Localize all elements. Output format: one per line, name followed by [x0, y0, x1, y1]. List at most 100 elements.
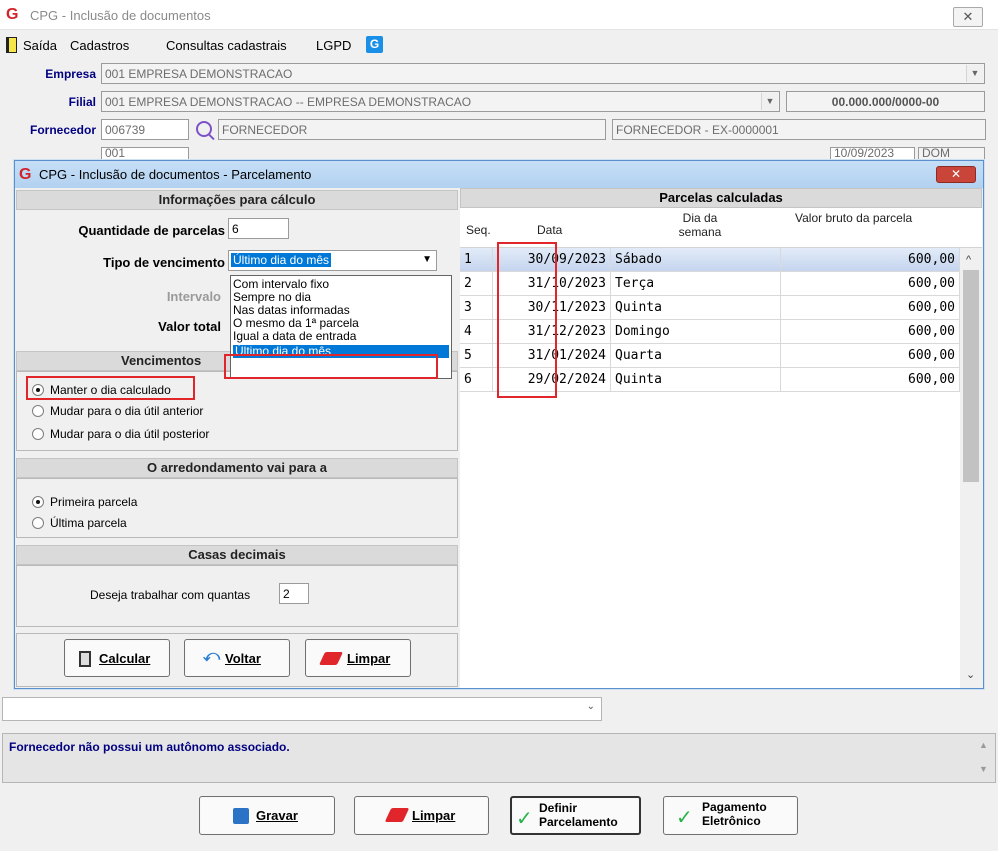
col-dia-line1: Dia da [682, 211, 718, 225]
menu-lgpd[interactable]: LGPD [316, 38, 351, 53]
filial-select[interactable]: 001 EMPRESA DEMONSTRACAO -- EMPRESA DEMO… [101, 91, 780, 112]
dropdown-option[interactable]: Igual a data de entrada [233, 330, 356, 343]
radio-icon [32, 428, 44, 440]
cell-valor: 600,00 [781, 272, 960, 296]
serie-input[interactable]: 001 [101, 147, 189, 160]
cell-dia: Quinta [611, 296, 781, 320]
col-dia-semana[interactable]: Dia da semana [670, 211, 730, 239]
dialog-close-button[interactable]: ✕ [936, 166, 976, 183]
exit-door-icon [6, 37, 17, 53]
scrollbar-thumb[interactable] [963, 270, 979, 482]
bottom-combo[interactable]: ⌄ [2, 697, 602, 721]
cell-valor: 600,00 [781, 344, 960, 368]
cell-valor: 600,00 [781, 368, 960, 392]
fornecedor-code-input[interactable]: 006739 [101, 119, 189, 140]
emissao-date-input[interactable]: 10/09/2023 [830, 147, 915, 160]
scroll-up-icon[interactable]: ^ [966, 254, 971, 266]
casas-decimais-header: Casas decimais [16, 545, 458, 565]
checkmark-icon: ✓ [516, 808, 533, 830]
empresa-select[interactable]: 001 EMPRESA DEMONSTRACAO ▼ [101, 63, 985, 84]
eraser-icon [318, 652, 344, 665]
voltar-button[interactable]: ⤺ Voltar [184, 639, 290, 677]
limpar-button[interactable]: Limpar [354, 796, 489, 835]
cell-valor: 600,00 [781, 296, 960, 320]
lgpd-app-icon[interactable]: G [366, 36, 383, 53]
arredondamento-header: O arredondamento vai para a [16, 458, 458, 478]
cell-dia: Terça [611, 272, 781, 296]
parcelas-calculadas-header: Parcelas calculadas [460, 188, 982, 208]
casas-decimais-input[interactable]: 2 [279, 583, 309, 604]
radio-icon [32, 517, 44, 529]
app-logo-icon: G [6, 6, 19, 23]
empresa-label: Empresa [45, 67, 96, 81]
radio-dia-util-posterior[interactable]: Mudar para o dia útil posterior [32, 427, 209, 441]
checkmark-icon: ✓ [676, 807, 693, 829]
search-icon[interactable] [196, 121, 212, 137]
status-message: Fornecedor não possui um autônomo associ… [9, 740, 290, 754]
valor-total-label: Valor total [158, 319, 221, 334]
pagamento-eletronico-button[interactable]: ✓ Pagamento Eletrônico [663, 796, 798, 835]
chevron-down-icon[interactable]: ▼ [966, 65, 983, 82]
qtd-parcelas-label: Quantidade de parcelas [78, 223, 225, 238]
tipo-vencimento-value: Último dia do mês [231, 253, 332, 267]
col-data[interactable]: Data [537, 223, 562, 237]
radio-selected-icon [32, 496, 44, 508]
parcelas-table: 1 30/09/2023 Sábado 600,00 2 31/10/2023 … [460, 242, 960, 688]
voltar-label: Voltar [225, 651, 261, 666]
gravar-label: Gravar [256, 808, 298, 823]
chevron-down-icon[interactable]: ⌄ [587, 701, 595, 712]
qtd-parcelas-input[interactable]: 6 [228, 218, 289, 239]
gravar-button[interactable]: Gravar [199, 796, 335, 835]
cnpj-field: 00.000.000/0000-00 [786, 91, 985, 112]
tipo-vencimento-label: Tipo de vencimento [103, 255, 225, 270]
radio-dia-util-anterior[interactable]: Mudar para o dia útil anterior [32, 404, 203, 418]
cell-seq: 3 [460, 296, 493, 320]
chevron-down-icon[interactable]: ▼ [422, 254, 432, 265]
cell-dia: Quarta [611, 344, 781, 368]
radio-label: Mudar para o dia útil posterior [50, 427, 210, 441]
menu-saida[interactable]: Saída [23, 38, 57, 53]
empresa-value: 001 EMPRESA DEMONSTRACAO [105, 67, 293, 81]
app-logo-icon: G [19, 166, 32, 183]
radio-icon [32, 405, 44, 417]
fornecedor-label: Fornecedor [29, 123, 96, 137]
dialog-titlebar: G CPG - Inclusão de documentos - Parcela… [15, 161, 983, 188]
calcular-button[interactable]: Calcular [64, 639, 170, 677]
radio-primeira-parcela[interactable]: Primeira parcela [32, 495, 137, 509]
chevron-down-icon[interactable]: ▼ [761, 93, 778, 110]
radio-ultima-parcela[interactable]: Última parcela [32, 516, 127, 530]
col-seq[interactable]: Seq. [466, 223, 491, 237]
dow-field: DOM [918, 147, 985, 160]
menu-consultas-cadastrais[interactable]: Consultas cadastrais [166, 38, 287, 53]
definir-label-1: Definir [539, 801, 578, 815]
radio-selected-icon [32, 384, 44, 396]
pagamento-label-1: Pagamento [702, 800, 767, 814]
highlight-box [497, 242, 557, 398]
cell-seq: 2 [460, 272, 493, 296]
cell-dia: Sábado [611, 248, 781, 272]
floppy-disk-icon [233, 808, 249, 824]
calcular-label: Calcular [99, 651, 151, 666]
window-close-button[interactable]: ✕ [953, 7, 983, 27]
definir-parcelamento-button[interactable]: ✓ Definir Parcelamento [510, 796, 641, 835]
status-scrollbar[interactable]: ▲ ▼ [976, 736, 993, 780]
col-dia-line2: semana [678, 225, 722, 239]
fornecedor-name-field: FORNECEDOR [218, 119, 606, 140]
cell-valor: 600,00 [781, 320, 960, 344]
dialog-title: CPG - Inclusão de documentos - Parcelame… [39, 167, 312, 182]
tipo-vencimento-select[interactable]: Último dia do mês ▼ [228, 250, 437, 271]
scroll-up-icon[interactable]: ▲ [979, 740, 988, 750]
table-scrollbar[interactable]: ^ ⌄ [960, 248, 982, 688]
filial-label: Filial [68, 95, 96, 109]
limpar-label: Limpar [412, 808, 456, 823]
status-message-area: Fornecedor não possui um autônomo associ… [2, 733, 996, 783]
radio-manter-dia[interactable]: Manter o dia calculado [32, 383, 171, 397]
col-valor[interactable]: Valor bruto da parcela [795, 211, 912, 225]
scroll-down-icon[interactable]: ⌄ [966, 668, 975, 681]
cell-seq: 6 [460, 368, 493, 392]
menu-cadastros[interactable]: Cadastros [70, 38, 129, 53]
cell-seq: 4 [460, 320, 493, 344]
scroll-down-icon[interactable]: ▼ [979, 764, 988, 774]
dialog-limpar-button[interactable]: Limpar [305, 639, 411, 677]
cell-dia: Quinta [611, 368, 781, 392]
